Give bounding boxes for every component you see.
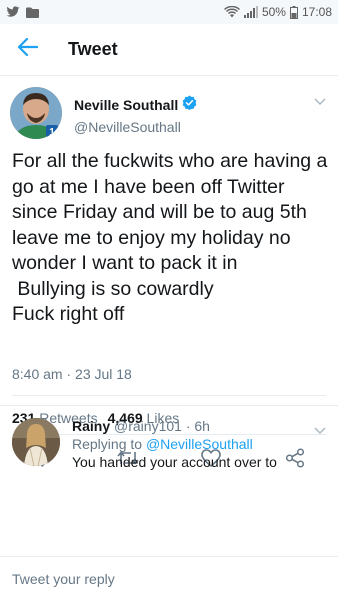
reply-dot: · bbox=[185, 418, 191, 434]
twitter-bird-icon bbox=[6, 6, 20, 18]
replying-handle-link[interactable]: @NevilleSouthall bbox=[146, 436, 253, 452]
reply-composer[interactable]: Tweet your reply bbox=[0, 556, 338, 600]
reply-input-placeholder[interactable]: Tweet your reply bbox=[12, 571, 115, 587]
tweet-header: 1 Neville Southall @NevilleSouthall bbox=[0, 77, 338, 145]
page-title: Tweet bbox=[68, 39, 118, 59]
divider bbox=[0, 405, 338, 406]
back-button[interactable] bbox=[0, 24, 56, 76]
tweet: 1 Neville Southall @NevilleSouthall For … bbox=[0, 77, 338, 468]
chevron-down-icon bbox=[314, 93, 326, 110]
battery-icon bbox=[289, 5, 298, 19]
tweet-text: For all the fuckwits who are having a go… bbox=[12, 150, 328, 325]
battery-percent: 50% bbox=[261, 5, 286, 19]
author-info[interactable]: Neville Southall @NevilleSouthall bbox=[74, 95, 197, 135]
tweet-timestamp[interactable]: 8:40 am · 23 Jul 18 bbox=[12, 366, 132, 382]
reply-author-handle[interactable]: @rainy101 bbox=[114, 418, 182, 434]
wifi-icon bbox=[223, 6, 240, 18]
app-bar: Tweet bbox=[0, 24, 338, 76]
replying-to: Replying to @NevilleSouthall bbox=[72, 435, 312, 453]
replying-prefix: Replying to bbox=[72, 436, 143, 452]
reply-body: Rainy @rainy101 · 6h Replying to @Nevill… bbox=[72, 417, 312, 471]
author-name[interactable]: Neville Southall bbox=[74, 97, 178, 113]
clock: 17:08 bbox=[301, 5, 332, 19]
reply-author-name[interactable]: Rainy bbox=[72, 418, 110, 434]
reply-menu-button[interactable] bbox=[314, 422, 326, 440]
signal-icon bbox=[243, 6, 258, 18]
tweet-menu-button[interactable] bbox=[314, 93, 326, 111]
chevron-down-icon bbox=[314, 422, 326, 439]
back-arrow-icon bbox=[17, 37, 39, 61]
avatar[interactable] bbox=[12, 418, 60, 466]
author-handle[interactable]: @NevilleSouthall bbox=[74, 119, 197, 135]
verified-badge-icon bbox=[182, 95, 197, 115]
folder-icon bbox=[26, 7, 39, 18]
svg-text:1: 1 bbox=[49, 127, 55, 138]
divider bbox=[12, 395, 326, 396]
reply-tweet[interactable]: Rainy @rainy101 · 6h Replying to @Nevill… bbox=[0, 408, 338, 478]
reply-text: You handed your account over to bbox=[72, 454, 277, 470]
status-bar: 50% 17:08 bbox=[0, 0, 338, 24]
avatar[interactable]: 1 bbox=[10, 87, 62, 139]
reply-age: 6h bbox=[194, 418, 210, 434]
